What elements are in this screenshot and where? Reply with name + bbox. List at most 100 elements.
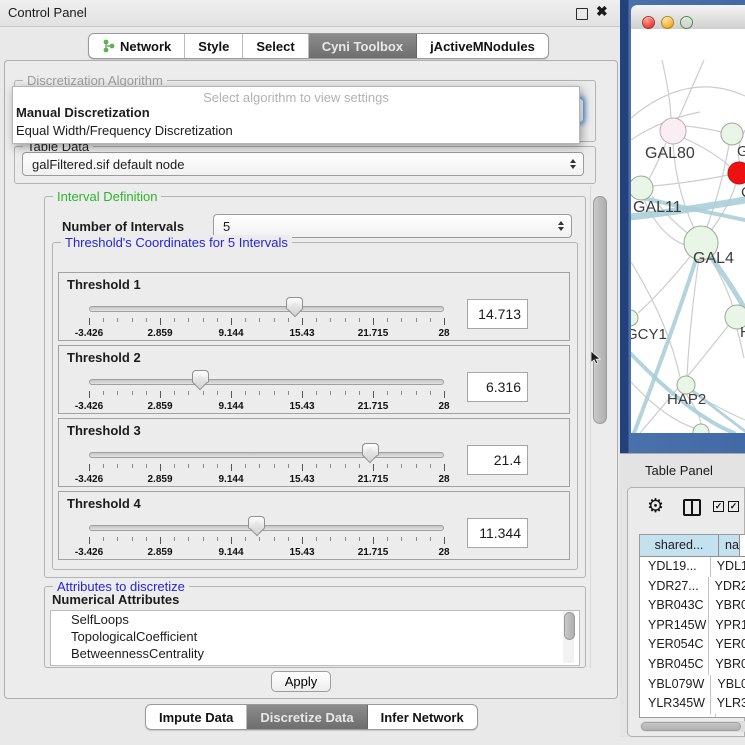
network-node[interactable] bbox=[693, 424, 709, 433]
slider-thumb[interactable] bbox=[192, 370, 209, 383]
table-hscrollbar[interactable] bbox=[640, 721, 745, 732]
threshold-slider[interactable]: -3.4262.8599.14415.4321.71528 bbox=[89, 492, 444, 561]
tab-infer-network[interactable]: Infer Network bbox=[368, 705, 477, 729]
slider-tick bbox=[302, 318, 303, 325]
attribute-item-topologicalcoefficient[interactable]: TopologicalCoefficient bbox=[51, 628, 579, 645]
network-node[interactable] bbox=[721, 123, 743, 145]
split-view-icon[interactable] bbox=[683, 499, 701, 516]
slider-track[interactable] bbox=[89, 379, 444, 385]
network-canvas[interactable]: GAL80GACGAL11GAL4GCY1HHAP2 bbox=[631, 29, 745, 433]
slider-tick bbox=[430, 537, 431, 541]
popup-option-equal-width-frequency-discretization[interactable]: Equal Width/Frequency Discretization bbox=[16, 123, 233, 138]
slider-tick bbox=[231, 391, 232, 398]
table-cell: YDR27... bbox=[640, 577, 709, 597]
threshold-value-field[interactable]: 21.4 bbox=[467, 445, 528, 475]
table-cell: YDL1 bbox=[711, 557, 745, 577]
zoom-traffic-light-icon[interactable] bbox=[680, 16, 693, 29]
slider-tick-label: 21.715 bbox=[358, 328, 389, 339]
network-node[interactable] bbox=[728, 162, 745, 184]
table-cell: YBL0 bbox=[711, 675, 745, 695]
network-window-titlebar[interactable] bbox=[631, 5, 745, 30]
network-node[interactable] bbox=[660, 118, 686, 144]
table-row[interactable]: YBR045CYBR0 bbox=[640, 655, 745, 675]
bottom-tab-bar: Impute DataDiscretize DataInfer Network bbox=[145, 704, 478, 730]
slider-tick bbox=[302, 537, 303, 544]
slider-tick bbox=[231, 464, 232, 471]
threshold-value-field[interactable]: 11.344 bbox=[467, 518, 528, 548]
table-row[interactable]: YDL19...YDL1 bbox=[640, 557, 745, 577]
slider-tick bbox=[217, 391, 218, 395]
slider-tick bbox=[203, 391, 204, 395]
apply-button[interactable]: Apply bbox=[271, 671, 331, 692]
slider-tick bbox=[359, 391, 360, 395]
slider-thumb[interactable] bbox=[362, 443, 379, 456]
table-data-combobox[interactable]: galFiltered.sif default node bbox=[22, 152, 584, 176]
table-row[interactable]: YPR145WYPR1 bbox=[640, 616, 745, 636]
tab-style[interactable]: Style bbox=[185, 34, 243, 58]
attribute-item-selfloops[interactable]: SelfLoops bbox=[51, 611, 579, 628]
tab-network[interactable]: Network bbox=[89, 34, 185, 58]
node-table[interactable]: shared...naYDL19...YDL1YDR27...YDR2YBR04… bbox=[639, 534, 745, 718]
gear-icon[interactable]: ⚙ bbox=[647, 495, 664, 517]
table-row[interactable]: YIL052CYIL0 bbox=[640, 714, 745, 718]
slider-tick bbox=[245, 537, 246, 541]
slider-track[interactable] bbox=[89, 306, 444, 312]
settings-scrollbar-thumb[interactable] bbox=[593, 196, 607, 424]
tab-discretize-data[interactable]: Discretize Data bbox=[247, 705, 367, 729]
popup-option-manual-discretization[interactable]: Manual Discretization bbox=[16, 105, 150, 120]
minimize-traffic-light-icon[interactable] bbox=[661, 16, 674, 29]
settings-scrollbar[interactable] bbox=[590, 186, 607, 668]
slider-tick bbox=[330, 537, 331, 541]
slider-tick-label: 21.715 bbox=[358, 474, 389, 485]
numerical-attributes-heading: Numerical Attributes bbox=[52, 592, 179, 607]
close-icon[interactable]: ✖ bbox=[596, 3, 608, 20]
slider-thumb[interactable] bbox=[248, 516, 265, 529]
slider-track[interactable] bbox=[89, 452, 444, 458]
close-traffic-light-icon[interactable] bbox=[642, 16, 655, 29]
table-row[interactable]: YLR345WYLR3 bbox=[640, 694, 745, 714]
table-cell: YDR2 bbox=[709, 577, 745, 597]
column-header[interactable]: na bbox=[719, 535, 740, 556]
network-node[interactable] bbox=[631, 310, 638, 326]
slider-tick-label: 28 bbox=[438, 328, 449, 339]
table-cell: YER0 bbox=[709, 635, 745, 655]
column-header[interactable]: shared... bbox=[640, 535, 719, 556]
slider-tick bbox=[430, 464, 431, 468]
numerical-attributes-list[interactable]: SelfLoopsTopologicalCoefficientBetweenne… bbox=[50, 610, 580, 666]
tab-jactivemnodules[interactable]: jActiveMNodules bbox=[417, 34, 548, 58]
slider-tick bbox=[274, 464, 275, 468]
slider-track[interactable] bbox=[89, 525, 444, 531]
threshold-slider[interactable]: -3.4262.8599.14415.4321.71528 bbox=[89, 419, 444, 488]
slider-tick bbox=[444, 537, 445, 544]
table-hscrollbar-thumb[interactable] bbox=[641, 722, 741, 731]
attributes-scrollbar-thumb[interactable] bbox=[564, 612, 575, 640]
threshold-slider[interactable]: -3.4262.8599.14415.4321.71528 bbox=[89, 273, 444, 342]
threshold-value-field[interactable]: 6.316 bbox=[467, 372, 528, 402]
table-row[interactable]: YBR043CYBR0 bbox=[640, 596, 745, 616]
network-edge[interactable] bbox=[685, 126, 721, 132]
slider-tick-label: -3.426 bbox=[75, 547, 103, 558]
table-row[interactable]: YER054CYER0 bbox=[640, 635, 745, 655]
network-node[interactable] bbox=[631, 176, 653, 200]
tab-cyni-toolbox[interactable]: Cyni Toolbox bbox=[309, 34, 417, 58]
float-window-icon[interactable] bbox=[576, 8, 588, 20]
slider-tick bbox=[174, 391, 175, 395]
tab-impute-data[interactable]: Impute Data bbox=[146, 705, 247, 729]
checkbox-icon[interactable]: ✓ bbox=[728, 501, 739, 512]
network-edge[interactable] bbox=[662, 60, 671, 118]
network-edge[interactable] bbox=[631, 87, 745, 118]
network-edge[interactable] bbox=[653, 175, 728, 186]
table-row[interactable]: YBL079WYBL0 bbox=[640, 675, 745, 695]
threshold-value-field[interactable]: 14.713 bbox=[467, 299, 528, 329]
tab-select[interactable]: Select bbox=[243, 34, 308, 58]
table-row[interactable]: YDR27...YDR2 bbox=[640, 577, 745, 597]
table-panel: ⚙ ✓ ✓ shared...naYDL19...YDL1YDR27...YDR… bbox=[627, 487, 745, 737]
attribute-item-betweennesscentrality[interactable]: BetweennessCentrality bbox=[51, 645, 579, 662]
slider-tick bbox=[330, 391, 331, 395]
attributes-scrollbar[interactable] bbox=[563, 611, 574, 663]
checkbox-icon[interactable]: ✓ bbox=[713, 501, 724, 512]
slider-thumb[interactable] bbox=[286, 297, 303, 310]
slider-tick bbox=[416, 391, 417, 395]
threshold-slider[interactable]: -3.4262.8599.14415.4321.71528 bbox=[89, 346, 444, 415]
table-cell: YLR345W bbox=[640, 694, 711, 714]
